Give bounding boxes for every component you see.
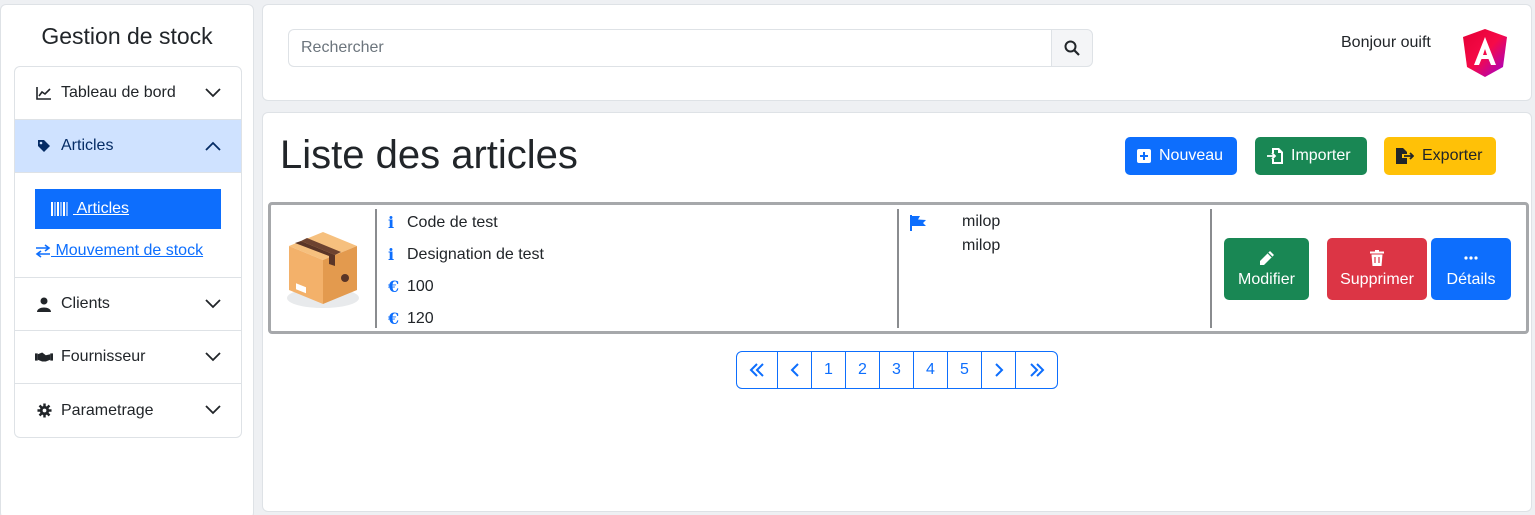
chevron-down-icon bbox=[205, 85, 221, 103]
search-icon bbox=[1064, 40, 1080, 56]
sidebar-item-suppliers[interactable]: Fournisseur bbox=[15, 331, 241, 384]
first-page-button[interactable] bbox=[737, 352, 778, 388]
column-divider bbox=[1210, 209, 1212, 328]
next-page-button[interactable] bbox=[982, 352, 1016, 388]
chevron-left-icon bbox=[790, 363, 800, 377]
edit-button[interactable]: Modifier bbox=[1224, 238, 1309, 300]
trash-icon bbox=[1370, 249, 1384, 267]
page-button-2[interactable]: 2 bbox=[846, 352, 880, 388]
import-button[interactable]: Importer bbox=[1255, 137, 1367, 175]
submenu-articles-link[interactable]: Articles bbox=[35, 189, 221, 229]
file-import-icon bbox=[1267, 148, 1283, 164]
handshake-icon bbox=[35, 351, 53, 363]
column-divider bbox=[897, 209, 899, 328]
article-price-ht: 100 bbox=[407, 277, 434, 295]
sidebar-item-dashboard[interactable]: Tableau de bord bbox=[15, 67, 241, 120]
page-button-3[interactable]: 3 bbox=[880, 352, 914, 388]
top-bar: Bonjour ouift bbox=[262, 4, 1532, 101]
submenu-movement-link[interactable]: Mouvement de stock bbox=[35, 239, 221, 263]
search-group bbox=[288, 29, 1093, 67]
supplier-name: milop bbox=[962, 237, 1001, 254]
search-button[interactable] bbox=[1051, 29, 1093, 67]
delete-button[interactable]: Supprimer bbox=[1327, 238, 1427, 300]
details-button[interactable]: Détails bbox=[1431, 238, 1511, 300]
article-price-line: € 100 bbox=[388, 277, 434, 296]
last-page-button[interactable] bbox=[1016, 352, 1057, 388]
article-designation: Designation de test bbox=[407, 245, 544, 263]
sidebar-accordion: Tableau de bord Articles Articles Mouvem… bbox=[14, 66, 242, 438]
new-article-button[interactable]: Nouveau bbox=[1125, 137, 1237, 175]
brand-title: Gestion de stock bbox=[41, 23, 213, 49]
sidebar-item-label: Fournisseur bbox=[61, 348, 146, 365]
sidebar-item-label: Tableau de bord bbox=[61, 84, 176, 101]
chevron-right-icon bbox=[994, 363, 1004, 377]
euro-icon: € bbox=[388, 309, 400, 328]
sidebar-item-articles[interactable]: Articles bbox=[15, 120, 241, 173]
article-code: Code de test bbox=[407, 213, 498, 231]
arrows-exchange-icon bbox=[35, 244, 51, 258]
article-price-ttc: 120 bbox=[407, 309, 434, 327]
file-export-icon bbox=[1396, 148, 1414, 164]
double-chevron-left-icon bbox=[749, 363, 765, 377]
tag-icon bbox=[35, 139, 53, 153]
pencil-icon bbox=[1259, 249, 1275, 267]
page-button-1[interactable]: 1 bbox=[812, 352, 846, 388]
info-icon: i bbox=[388, 213, 395, 232]
article-designation-line: i Designation de test bbox=[388, 245, 544, 264]
chevron-up-icon bbox=[205, 138, 221, 156]
sidebar: Gestion de stock Tableau de bord Article… bbox=[0, 4, 254, 515]
column-divider bbox=[375, 209, 377, 328]
article-price-ttc-line: € 120 bbox=[388, 309, 434, 328]
main-panel: Liste des articles Nouveau Importer Expo… bbox=[262, 112, 1532, 512]
search-input[interactable] bbox=[288, 29, 1051, 67]
articles-submenu: Articles Mouvement de stock bbox=[15, 173, 241, 278]
barcode-icon bbox=[51, 202, 71, 216]
page-button-5[interactable]: 5 bbox=[948, 352, 982, 388]
double-chevron-right-icon bbox=[1029, 363, 1045, 377]
prev-page-button[interactable] bbox=[778, 352, 812, 388]
article-card: i Code de test i Designation de test € 1… bbox=[268, 202, 1529, 334]
sidebar-item-settings[interactable]: Parametrage bbox=[15, 384, 241, 437]
user-icon bbox=[35, 297, 53, 312]
user-greeting: Bonjour ouift bbox=[1341, 34, 1431, 51]
page-button-4[interactable]: 4 bbox=[914, 352, 948, 388]
angular-logo-icon[interactable] bbox=[1461, 28, 1509, 78]
chevron-down-icon bbox=[205, 296, 221, 314]
gear-icon bbox=[35, 403, 53, 418]
info-icon: i bbox=[388, 245, 395, 264]
supplier-name: milop bbox=[962, 213, 1001, 230]
sidebar-item-label: Articles bbox=[61, 137, 114, 154]
ellipsis-icon bbox=[1464, 249, 1478, 267]
pagination: 1 2 3 4 5 bbox=[736, 351, 1058, 389]
article-code-line: i Code de test bbox=[388, 213, 498, 232]
sidebar-item-label: Clients bbox=[61, 295, 110, 312]
chevron-down-icon bbox=[205, 402, 221, 420]
euro-icon: € bbox=[388, 277, 400, 296]
sidebar-item-label: Parametrage bbox=[61, 401, 154, 419]
flag-icon bbox=[910, 215, 926, 236]
export-button[interactable]: Exporter bbox=[1384, 137, 1496, 175]
chevron-down-icon bbox=[205, 349, 221, 367]
page-title: Liste des articles bbox=[280, 133, 578, 177]
sidebar-item-clients[interactable]: Clients bbox=[15, 278, 241, 331]
chart-line-icon bbox=[35, 86, 53, 100]
plus-square-icon bbox=[1137, 149, 1151, 163]
package-box-image bbox=[283, 220, 363, 312]
